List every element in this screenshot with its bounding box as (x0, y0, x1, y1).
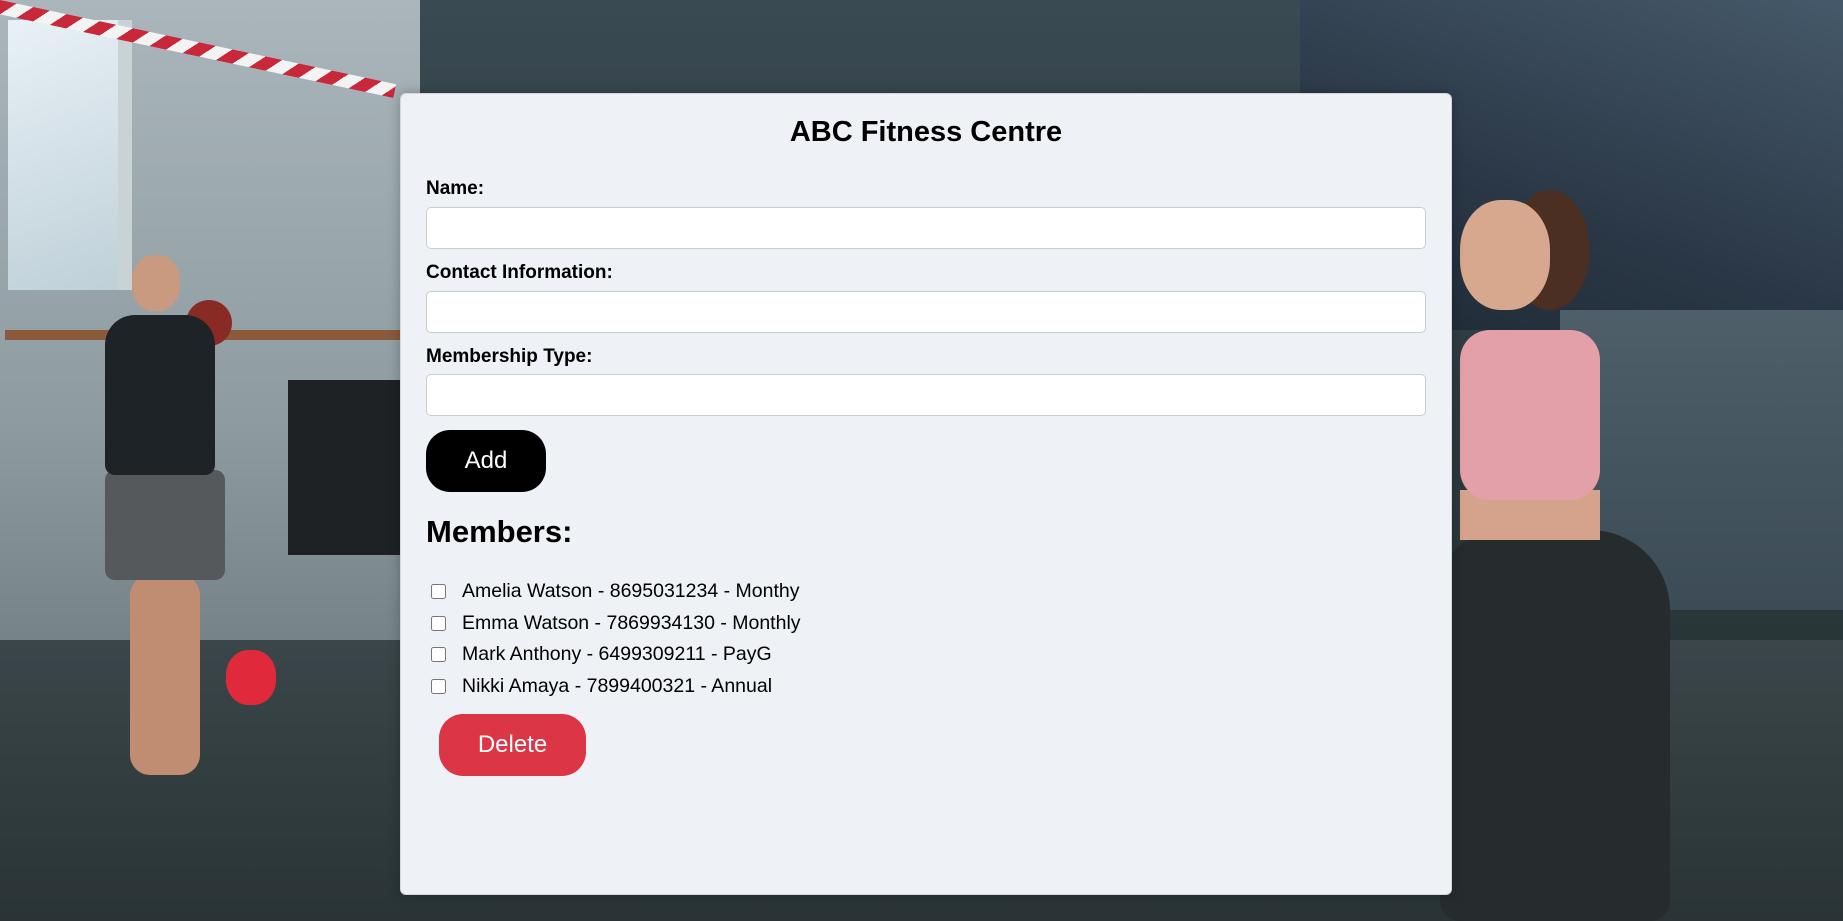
member-form-panel: ABC Fitness Centre Name: Contact Informa… (400, 93, 1452, 895)
member-checkbox[interactable] (431, 615, 446, 631)
member-item: Amelia Watson - 8695031234 - Monthy (426, 576, 801, 608)
member-checkbox[interactable] (431, 584, 446, 600)
member-item: Mark Anthony - 6499309211 - PayG (426, 639, 801, 671)
man-figure (90, 255, 260, 775)
member-checkbox[interactable] (431, 678, 446, 694)
member-item: Emma Watson - 7869934130 - Monthly (426, 608, 801, 640)
membership-type-label: Membership Type: (426, 346, 593, 367)
member-text: Amelia Watson - 8695031234 - Monthy (462, 580, 800, 603)
member-item: Nikki Amaya - 7899400321 - Annual (426, 671, 801, 703)
member-text: Mark Anthony - 6499309211 - PayG (462, 643, 772, 666)
contact-label: Contact Information: (426, 262, 613, 283)
background-board (288, 380, 408, 555)
name-label: Name: (426, 178, 485, 199)
contact-input[interactable] (426, 291, 1426, 333)
background-window (8, 20, 132, 290)
members-heading: Members: (426, 514, 573, 549)
name-input[interactable] (426, 207, 1426, 249)
page-title: ABC Fitness Centre (789, 116, 1063, 148)
delete-button[interactable]: Delete (439, 714, 586, 776)
member-checkbox[interactable] (431, 647, 446, 663)
add-button[interactable]: Add (426, 430, 546, 492)
member-text: Nikki Amaya - 7899400321 - Annual (462, 674, 773, 697)
membership-type-input[interactable] (426, 374, 1426, 416)
woman-figure (1440, 190, 1700, 921)
member-list: Amelia Watson - 8695031234 - Monthy Emma… (426, 576, 801, 702)
member-text: Emma Watson - 7869934130 - Monthly (462, 611, 801, 634)
